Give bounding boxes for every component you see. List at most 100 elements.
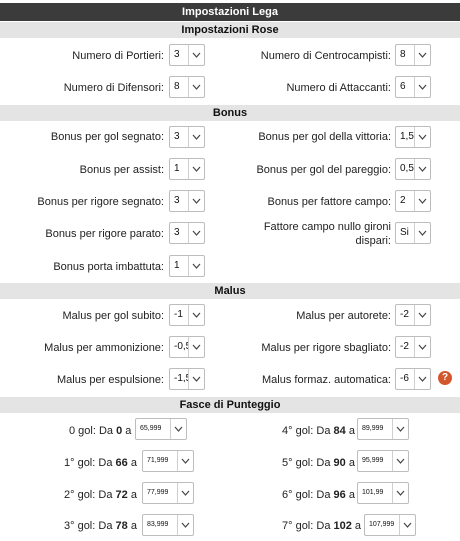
fascia-to-select[interactable]: 83,999 (142, 514, 194, 536)
fascia-from-value: 90 (333, 457, 346, 469)
chevron-down-icon (177, 451, 193, 471)
fascia-a-word: a (130, 489, 137, 501)
bonus-rigore-segnato-value: 3 (174, 195, 180, 206)
page-title: Impostazioni Lega (0, 3, 460, 21)
chevron-down-icon (414, 369, 430, 389)
fascia-row: 4° gol: Da 84 a (282, 424, 355, 438)
malus-rigore-sbagliato-value: -2 (400, 341, 409, 352)
attaccanti-select[interactable]: 6 (395, 76, 431, 98)
attaccanti-value: 6 (400, 81, 406, 92)
bonus-gol-segnato-label: Bonus per gol segnato: (50, 131, 164, 143)
chevron-down-icon (188, 191, 204, 211)
bonus-rigore-segnato-label: Bonus per rigore segnato: (37, 196, 164, 208)
malus-formaz-automatica-select[interactable]: -6 (395, 368, 431, 390)
fascia-to-value: 77,999 (147, 489, 169, 496)
fascia-row: 0 gol: Da 0 a (69, 424, 131, 438)
fascia-da-word: Da (316, 457, 331, 469)
help-icon[interactable]: ? (438, 371, 452, 385)
fattore-campo-nullo-label-line1: Fattore campo nullo gironi (263, 221, 391, 233)
fascia-to-value: 65,999 (140, 425, 162, 432)
fascia-da-word: Da (316, 489, 331, 501)
bonus-gol-pareggio-select[interactable]: 0,5 (395, 158, 431, 180)
fascia-to-select[interactable]: 95,999 (357, 450, 409, 472)
malus-gol-subito-label: Malus per gol subito: (62, 310, 165, 322)
bonus-rigore-parato-value: 3 (174, 227, 180, 238)
attaccanti-label: Numero di Attaccanti: (286, 82, 391, 94)
section-header-fasce: Fasce di Punteggio (0, 397, 460, 413)
fascia-row: 6° gol: Da 96 a (282, 488, 355, 502)
bonus-gol-pareggio-value: 0,5 (400, 163, 414, 174)
fascia-a-word: a (348, 457, 355, 469)
malus-gol-subito-select[interactable]: -1 (169, 304, 205, 326)
fascia-a-word: a (348, 425, 355, 437)
centrocampisti-select[interactable]: 8 (395, 44, 431, 66)
fattore-campo-nullo-select[interactable]: Si (395, 222, 431, 244)
malus-espulsione-label: Malus per espulsione: (56, 374, 164, 386)
fascia-a-word: a (125, 425, 132, 437)
malus-autorete-select[interactable]: -2 (395, 304, 431, 326)
chevron-down-icon (414, 305, 430, 325)
malus-ammonizione-label: Malus per ammonizione: (44, 342, 164, 354)
fascia-da-word: Da (98, 489, 113, 501)
malus-ammonizione-select[interactable]: -0,5 (169, 336, 205, 358)
fascia-to-value: 83,999 (147, 521, 169, 528)
fascia-gol-label: 5° gol: (282, 457, 314, 469)
chevron-down-icon (399, 515, 415, 535)
fascia-row: 5° gol: Da 90 a (282, 456, 355, 470)
malus-autorete-label: Malus per autorete: (296, 310, 391, 322)
bonus-fattore-campo-label: Bonus per fattore campo: (267, 196, 391, 208)
bonus-porta-imbattuta-label: Bonus porta imbattuta: (53, 261, 164, 273)
centrocampisti-value: 8 (400, 49, 406, 60)
bonus-assist-select[interactable]: 1 (169, 158, 205, 180)
bonus-fattore-campo-select[interactable]: 2 (395, 190, 431, 212)
chevron-down-icon (392, 419, 408, 439)
chevron-down-icon (414, 45, 430, 65)
fascia-from-value: 84 (333, 425, 346, 437)
fascia-da-word: Da (316, 520, 331, 532)
fascia-to-value: 101,99 (362, 489, 384, 496)
chevron-down-icon (414, 77, 430, 97)
bonus-rigore-parato-label: Bonus per rigore parato: (45, 228, 164, 240)
fascia-gol-label: 3° gol: (64, 520, 96, 532)
bonus-rigore-segnato-select[interactable]: 3 (169, 190, 205, 212)
chevron-down-icon (188, 369, 204, 389)
portieri-label: Numero di Portieri: (72, 50, 164, 62)
fascia-from-value: 66 (115, 457, 128, 469)
fascia-gol-label: 6° gol: (282, 489, 314, 501)
malus-espulsione-select[interactable]: -1,5 (169, 368, 205, 390)
bonus-porta-imbattuta-select[interactable]: 1 (169, 255, 205, 277)
fascia-a-word: a (130, 520, 137, 532)
fascia-to-select[interactable]: 107,999 (364, 514, 416, 536)
fascia-to-select[interactable]: 89,999 (357, 418, 409, 440)
bonus-assist-label: Bonus per assist: (79, 164, 164, 176)
difensori-select[interactable]: 8 (169, 76, 205, 98)
chevron-down-icon (188, 305, 204, 325)
fascia-a-word: a (130, 457, 137, 469)
portieri-select[interactable]: 3 (169, 44, 205, 66)
malus-gol-subito-value: -1 (174, 309, 183, 320)
bonus-gol-vittoria-select[interactable]: 1,5 (395, 126, 431, 148)
malus-autorete-value: -2 (400, 309, 409, 320)
fascia-to-select[interactable]: 71,999 (142, 450, 194, 472)
fascia-to-select[interactable]: 77,999 (142, 482, 194, 504)
bonus-gol-vittoria-label: Bonus per gol della vittoria: (258, 131, 391, 143)
fascia-a-word: a (348, 489, 355, 501)
section-header-malus: Malus (0, 283, 460, 299)
bonus-fattore-campo-value: 2 (400, 195, 406, 206)
section-header-bonus: Bonus (0, 105, 460, 121)
fascia-gol-label: 7° gol: (282, 520, 314, 532)
fascia-to-select[interactable]: 101,99 (357, 482, 409, 504)
malus-ammonizione-value: -0,5 (174, 341, 188, 352)
malus-rigore-sbagliato-select[interactable]: -2 (395, 336, 431, 358)
chevron-down-icon (188, 337, 204, 357)
fascia-da-word: Da (98, 520, 113, 532)
bonus-rigore-parato-select[interactable]: 3 (169, 222, 205, 244)
fascia-from-value: 0 (116, 425, 123, 437)
chevron-down-icon (414, 159, 430, 179)
fascia-to-select[interactable]: 65,999 (135, 418, 187, 440)
chevron-down-icon (188, 127, 204, 147)
fattore-campo-nullo-value: Si (400, 227, 409, 238)
fascia-to-value: 71,999 (147, 457, 169, 464)
bonus-gol-segnato-select[interactable]: 3 (169, 126, 205, 148)
difensori-value: 8 (174, 81, 180, 92)
